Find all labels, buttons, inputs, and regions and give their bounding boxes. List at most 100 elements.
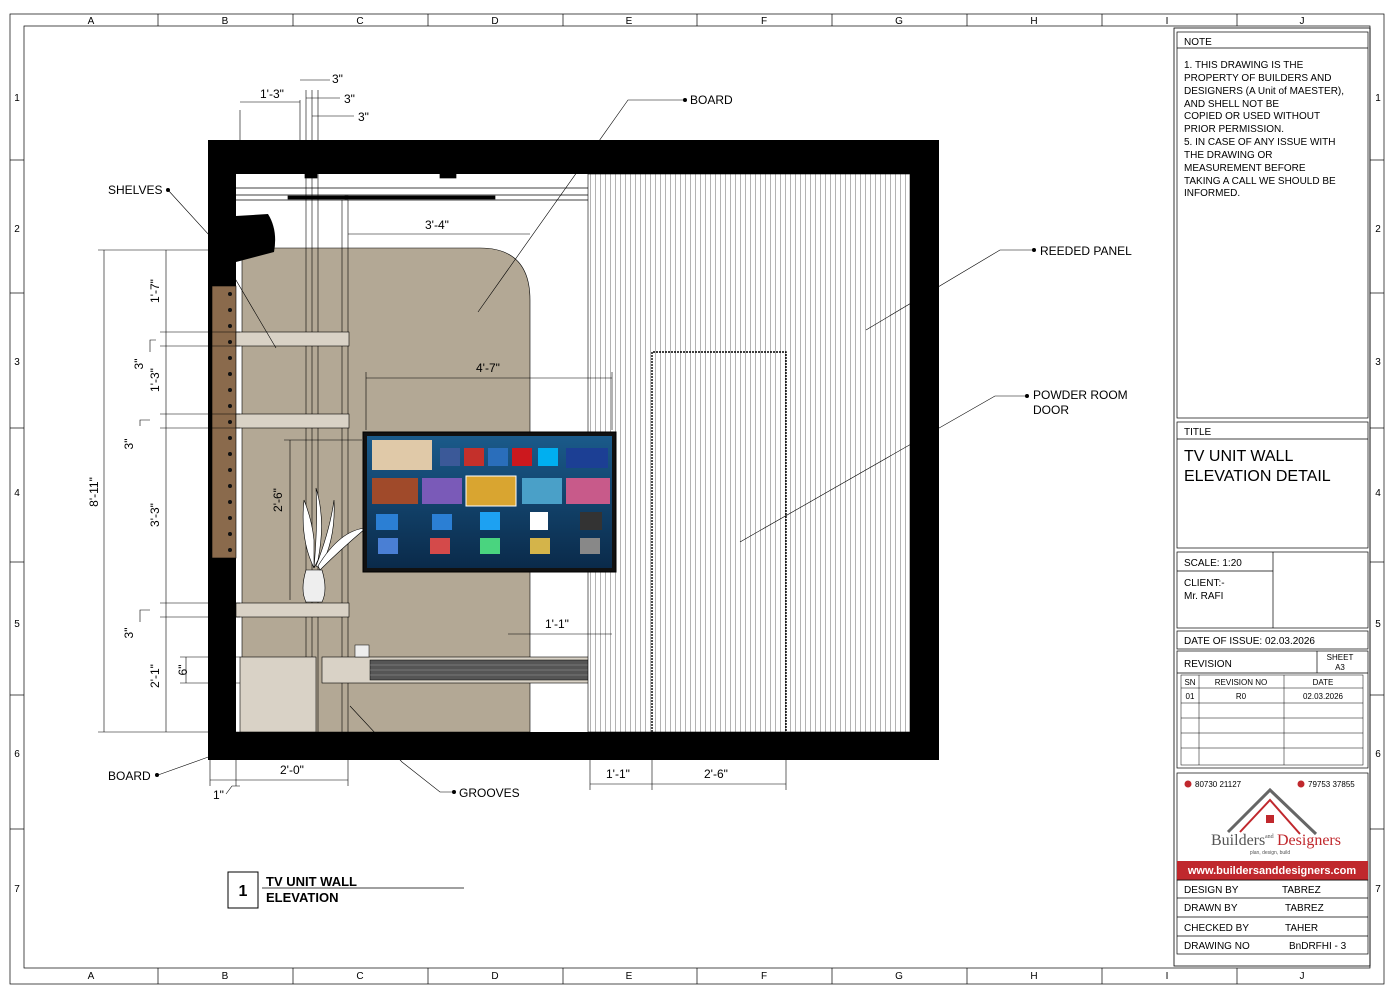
title-block: NOTE 1. THIS DRAWING IS THE PROPERTY OF … [1173, 27, 1371, 967]
grid-col-b: B [222, 16, 229, 27]
grid-row-7: 7 [14, 884, 20, 895]
grid-row-3-right: 3 [1375, 357, 1381, 368]
grid-row-7-right: 7 [1375, 884, 1381, 895]
revision-row-date: 02.03.2026 [1303, 692, 1344, 701]
grid-column-labels-top: A B C D E F G H I J [88, 16, 1305, 27]
grid-row-labels-left: 1 2 3 4 5 6 7 [14, 93, 20, 895]
revision-row-no: R0 [1236, 692, 1247, 701]
checked-by-label: CHECKED BY [1184, 923, 1249, 934]
note-line-7: 5. IN CASE OF ANY ISSUE WITH [1184, 137, 1336, 148]
dim-1-3-top: 1'-3" [260, 87, 284, 101]
view-title-line2: ELEVATION [266, 890, 338, 905]
grid-col-e: E [626, 16, 633, 27]
view-number: 1 [239, 883, 248, 900]
grid-row-2-right: 2 [1375, 224, 1381, 235]
dim-2-6-vertical: 2'-6" [271, 488, 285, 512]
dim-3-shelf-1: 3" [132, 359, 146, 370]
note-line-10: TAKING A CALL WE SHOULD BE [1184, 176, 1336, 187]
company-logo: Builders and Designers plan, design, bui… [1211, 787, 1341, 856]
label-board-bottom: BOARD [108, 769, 151, 783]
grid-row-5: 5 [14, 619, 20, 630]
title-line-2: ELEVATION DETAIL [1184, 468, 1331, 485]
checked-by: TAHER [1285, 923, 1318, 934]
elevation-drawing: BOARD SHELVES REEDED PANEL POWDER ROOM D… [87, 72, 1132, 909]
grid-row-6: 6 [14, 749, 20, 760]
date-of-issue: DATE OF ISSUE: 02.03.2026 [1184, 636, 1315, 647]
grid-col-e-bottom: E [626, 971, 633, 982]
grid-col-d: D [491, 16, 498, 27]
drawn-by-label: DRAWN BY [1184, 903, 1238, 914]
grid-col-c: C [356, 16, 363, 27]
note-line-11: INFORMED. [1184, 188, 1240, 199]
view-title-line1: TV UNIT WALL [266, 874, 357, 889]
wood-strip [211, 285, 237, 559]
television [362, 431, 617, 573]
dim-3-shelf-2: 3" [122, 439, 136, 450]
client-name: Mr. RAFI [1184, 591, 1223, 602]
revision-label: REVISION [1184, 659, 1232, 670]
dim-3-top-a: 3" [332, 72, 343, 86]
website-link[interactable]: www.buildersanddesigners.com [1187, 865, 1357, 877]
note-line-8: THE DRAWING OR [1184, 150, 1273, 161]
grid-row-4-right: 4 [1375, 488, 1381, 499]
design-by: TABREZ [1282, 885, 1321, 896]
note-line-2: PROPERTY OF BUILDERS AND [1184, 73, 1331, 84]
grid-col-f: F [761, 16, 767, 27]
dim-1-1-bottom: 1'-1" [606, 767, 630, 781]
dim-1-inch: 1" [213, 788, 224, 802]
dim-8-11: 8'-11" [87, 477, 101, 507]
grid-row-1-right: 1 [1375, 93, 1381, 104]
drawn-by: TABREZ [1285, 903, 1324, 914]
dim-6: 6" [176, 665, 190, 676]
phone-icon-left [1184, 780, 1192, 788]
grid-col-c-bottom: C [356, 971, 363, 982]
note-line-6: PRIOR PERMISSION. [1184, 124, 1284, 135]
dim-3-shelf-3: 3" [122, 628, 136, 639]
dim-3-top-b: 3" [344, 92, 355, 106]
note-line-3: DESIGNERS (A Unit of MAESTER), [1184, 86, 1344, 97]
grid-row-3: 3 [14, 357, 20, 368]
dim-4-7: 4'-7" [476, 361, 500, 375]
logo-builders: Builders [1211, 832, 1265, 849]
revision-header-date: DATE [1313, 678, 1334, 687]
dim-1-1-console: 1'-1" [545, 617, 569, 631]
phone-icon-right [1297, 780, 1305, 788]
dim-2-0: 2'-0" [280, 763, 304, 777]
grid-row-2: 2 [14, 224, 20, 235]
label-grooves: GROOVES [459, 786, 520, 800]
logo-tagline: plan, design, build [1250, 850, 1291, 856]
note-line-5: COPIED OR USED WITHOUT [1184, 111, 1320, 122]
grid-col-d-bottom: D [491, 971, 498, 982]
phone-right: 79753 37855 [1308, 780, 1355, 789]
title-line-1: TV UNIT WALL [1184, 448, 1293, 465]
grid-row-6-right: 6 [1375, 749, 1381, 760]
drawing-sheet: A B C D E F G H I J A B C D E F G H I J … [9, 13, 1385, 985]
grid-col-j: J [1300, 16, 1305, 27]
sheet-label: SHEET [1327, 653, 1354, 662]
dim-3-4: 3'-4" [425, 218, 449, 232]
logo-designers: Designers [1277, 832, 1341, 849]
grid-row-5-right: 5 [1375, 619, 1381, 630]
reeded-panel [587, 173, 911, 733]
grid-row-4: 4 [14, 488, 20, 499]
revision-header-sn: SN [1184, 678, 1195, 687]
grid-col-f-bottom: F [761, 971, 767, 982]
phone-left: 80730 21127 [1195, 780, 1242, 789]
grid-col-i-bottom: I [1166, 971, 1169, 982]
note-line-4: AND SHELL NOT BE [1184, 99, 1279, 110]
grid-column-labels-bottom: A B C D E F G H I J [88, 971, 1305, 982]
client-label: CLIENT:- [1184, 578, 1225, 589]
revision-header-no: REVISION NO [1215, 678, 1267, 687]
drawing-no: BnDRFHI - 3 [1289, 941, 1347, 952]
grid-col-i: I [1166, 16, 1169, 27]
scale-text: SCALE: 1:20 [1184, 558, 1242, 569]
grid-col-g-bottom: G [895, 971, 903, 982]
dim-2-1: 2'-1" [148, 664, 162, 688]
label-board-top: BOARD [690, 93, 733, 107]
label-powder-room-door-2: DOOR [1033, 403, 1069, 417]
label-shelves: SHELVES [108, 183, 162, 197]
note-line-1: 1. THIS DRAWING IS THE [1184, 60, 1304, 71]
dim-1-7: 1'-7" [148, 279, 162, 303]
note-line-9: MEASUREMENT BEFORE [1184, 163, 1306, 174]
revision-table [1180, 674, 1364, 766]
